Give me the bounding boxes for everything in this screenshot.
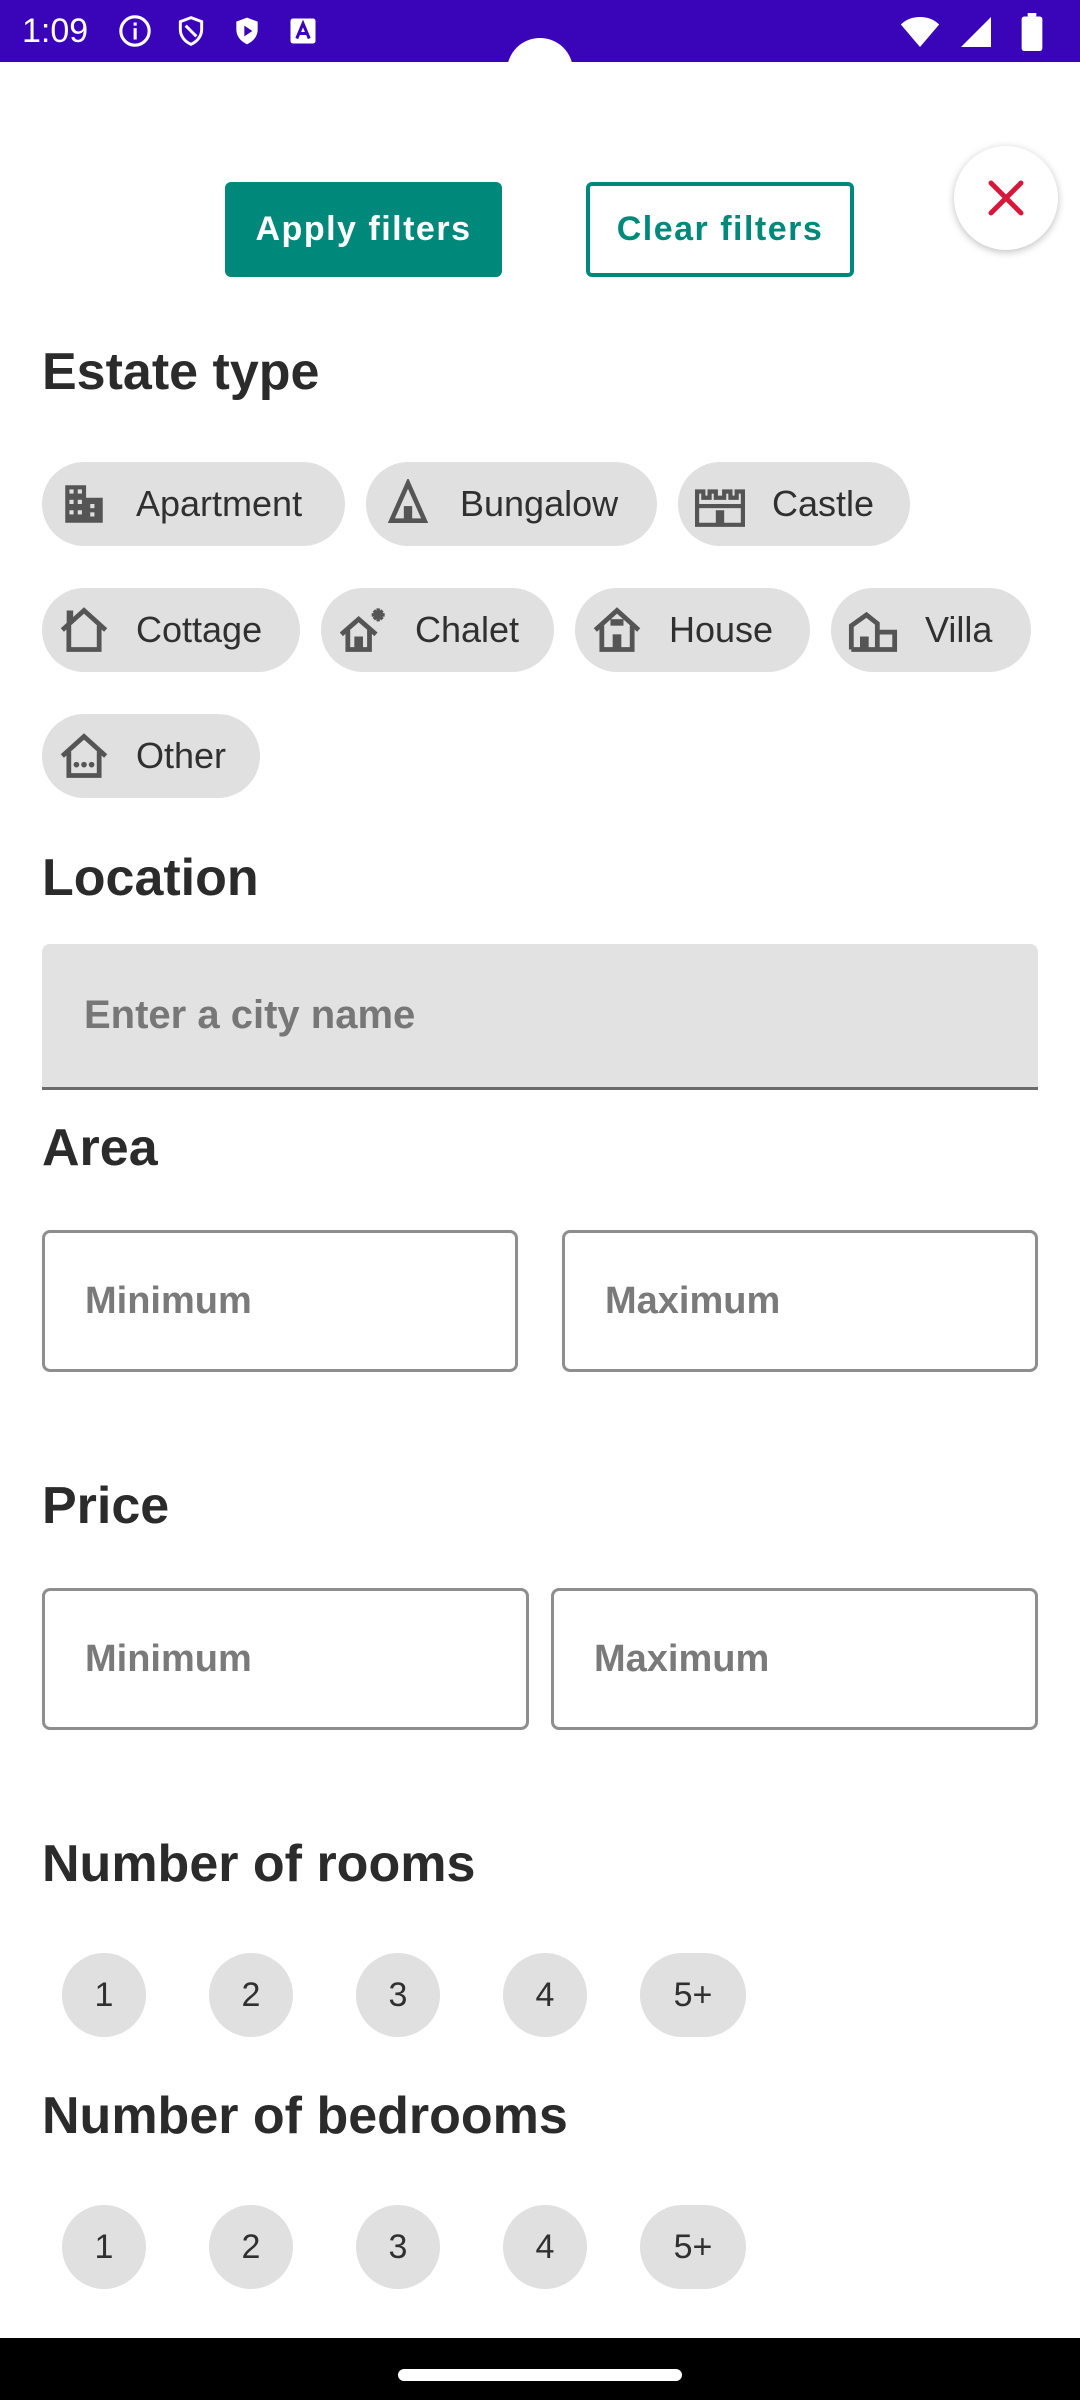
- cottage-icon: [56, 602, 112, 658]
- info-icon: [116, 12, 154, 50]
- battery-icon: [1012, 12, 1052, 52]
- apartment-icon: [56, 476, 112, 532]
- chip-villa[interactable]: Villa: [831, 588, 1031, 672]
- villa-icon: [845, 602, 901, 658]
- chip-label: Chalet: [415, 609, 520, 650]
- estate-type-title: Estate type: [42, 343, 320, 401]
- status-time: 1:09: [22, 12, 89, 50]
- chip-label: Castle: [772, 483, 875, 524]
- play-shield-icon: [228, 12, 266, 50]
- rooms-option-5plus[interactable]: 5+: [640, 1953, 746, 2037]
- home-gesture-handle[interactable]: [398, 2369, 682, 2381]
- status-right-icons: [900, 12, 1052, 52]
- filter-sheet: Apply filters Clear filters Estate type …: [0, 38, 1080, 2338]
- chip-label: House: [669, 609, 774, 650]
- bedrooms-option-1[interactable]: 1: [62, 2205, 146, 2289]
- rooms-title: Number of rooms: [42, 1835, 476, 1893]
- bedrooms-option-5plus[interactable]: 5+: [640, 2205, 746, 2289]
- rooms-option-4[interactable]: 4: [503, 1953, 587, 2037]
- rooms-option-3[interactable]: 3: [356, 1953, 440, 2037]
- rooms-option-2[interactable]: 2: [209, 1953, 293, 2037]
- apply-filters-button[interactable]: Apply filters: [225, 182, 502, 277]
- rooms-option-1[interactable]: 1: [62, 1953, 146, 2037]
- bedrooms-title: Number of bedrooms: [42, 2087, 568, 2145]
- price-title: Price: [42, 1477, 170, 1535]
- chip-cottage[interactable]: Cottage: [42, 588, 300, 672]
- bungalow-icon: [380, 476, 436, 532]
- close-icon: [988, 180, 1024, 216]
- shield-icon: [172, 12, 210, 50]
- bedrooms-option-2[interactable]: 2: [209, 2205, 293, 2289]
- chip-label: Other: [136, 735, 227, 776]
- chalet-icon: [335, 602, 391, 658]
- chip-other[interactable]: Other: [42, 714, 260, 798]
- chip-label: Bungalow: [460, 483, 619, 524]
- price-minimum-input[interactable]: [42, 1588, 529, 1730]
- city-name-input[interactable]: [42, 944, 1038, 1090]
- house-icon: [589, 602, 645, 658]
- other-home-icon: [56, 728, 112, 784]
- signal-icon: [956, 12, 996, 52]
- location-title: Location: [42, 849, 259, 907]
- chip-label: Cottage: [136, 609, 263, 650]
- price-maximum-input[interactable]: [551, 1588, 1038, 1730]
- chip-castle[interactable]: Castle: [678, 462, 910, 546]
- a-badge-icon: [284, 12, 322, 50]
- chip-apartment[interactable]: Apartment: [42, 462, 345, 546]
- area-minimum-input[interactable]: [42, 1230, 518, 1372]
- bedrooms-option-4[interactable]: 4: [503, 2205, 587, 2289]
- chip-house[interactable]: House: [575, 588, 810, 672]
- chip-chalet[interactable]: Chalet: [321, 588, 554, 672]
- close-button[interactable]: [954, 146, 1058, 250]
- area-maximum-input[interactable]: [562, 1230, 1038, 1372]
- area-title: Area: [42, 1119, 158, 1177]
- bedrooms-option-3[interactable]: 3: [356, 2205, 440, 2289]
- status-left-icons: [116, 12, 322, 50]
- wifi-icon: [900, 12, 940, 52]
- clear-filters-button[interactable]: Clear filters: [586, 182, 854, 277]
- chip-label: Apartment: [136, 483, 303, 524]
- chip-bungalow[interactable]: Bungalow: [366, 462, 657, 546]
- chip-label: Villa: [925, 609, 993, 650]
- castle-icon: [692, 476, 748, 532]
